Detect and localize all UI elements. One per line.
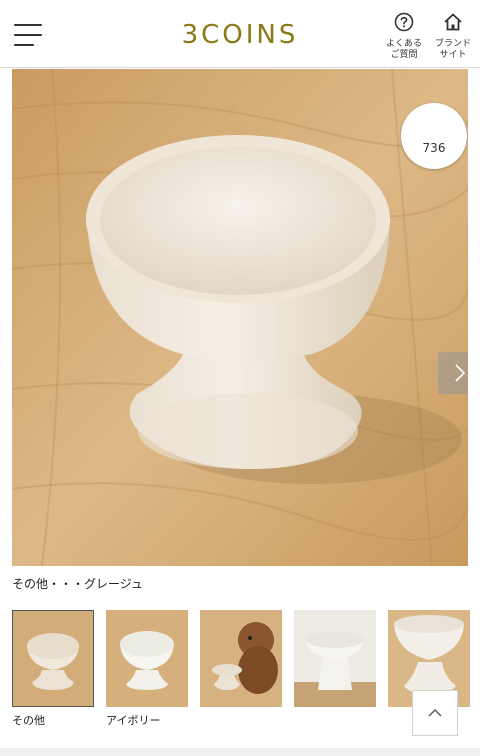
image-caption: その他・・・グレージュ [12, 577, 143, 591]
chevron-up-icon [428, 709, 442, 717]
home-icon [444, 13, 462, 31]
view-count-badge: 736 [401, 103, 467, 169]
thumbnail-strip[interactable]: その他 アイボリー [12, 610, 480, 730]
thumbnail-label: その他 [12, 714, 45, 727]
back-to-top-button[interactable] [412, 690, 458, 736]
thumbnail-item[interactable] [200, 610, 282, 712]
site-header: 3COINS よくある ご質問 ブランド サイト [0, 0, 480, 68]
thumbnail-label: アイボリー [106, 714, 161, 727]
faq-button[interactable]: よくある ご質問 [382, 12, 426, 61]
product-main-image[interactable]: 736 [12, 69, 468, 566]
page-bottom-divider [0, 748, 480, 756]
faq-label: よくある ご質問 [385, 39, 422, 60]
next-image-button[interactable] [438, 352, 468, 394]
question-circle-icon [394, 12, 414, 32]
thumbnail-image [200, 610, 282, 707]
thumbnail-image [12, 610, 94, 707]
bowl-photo [12, 69, 468, 566]
thumbnail-item[interactable] [294, 610, 376, 712]
thumbnail-item[interactable]: アイボリー [106, 610, 188, 728]
brand-site-label: ブランド サイト [434, 39, 471, 60]
thumbnail-image [106, 610, 188, 707]
thumbnail-image [294, 610, 376, 707]
chevron-right-icon [455, 364, 466, 382]
thumbnail-item[interactable]: その他 [12, 610, 94, 728]
brand-site-button[interactable]: ブランド サイト [431, 12, 475, 61]
